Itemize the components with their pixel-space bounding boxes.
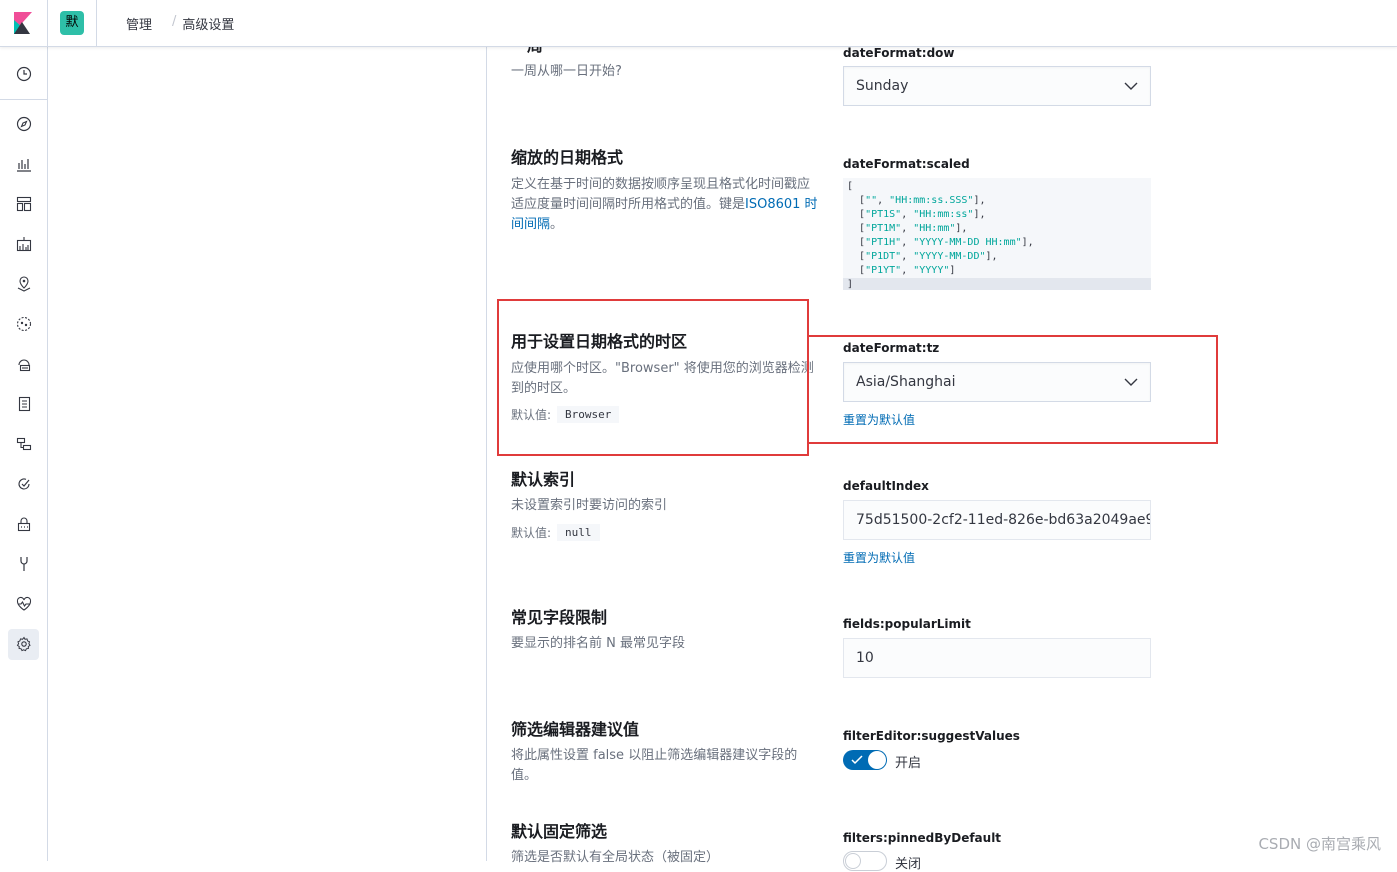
top-header: 默 管理 / 高级设置 (0, 0, 1397, 47)
ml-icon[interactable] (14, 314, 34, 334)
highlight-box-tz-field (807, 335, 1218, 444)
default-index-reset-link[interactable]: 重置为默认值 (843, 549, 915, 566)
uptime-icon[interactable] (14, 474, 34, 494)
setting-title-pinned-default: 默认固定筛选 (511, 822, 608, 841)
code-line: ["", "HH:mm:ss.SSS"], (847, 195, 986, 206)
dow-select-value: Sunday (856, 78, 909, 94)
code-line: ["PT1M", "HH:mm"], (847, 223, 968, 234)
field-key-default-index: defaultIndex (843, 479, 929, 493)
pinned-default-toggle[interactable] (843, 851, 887, 871)
kibana-logo[interactable] (0, 0, 48, 47)
code-line: [ (847, 181, 854, 192)
toggle-knob (845, 853, 861, 869)
default-value-default-index: 默认值: null (511, 524, 600, 541)
setting-desc-dow: 一周从哪一日开始? (511, 64, 622, 79)
field-key-popular-limit: fields:popularLimit (843, 617, 971, 631)
logs-icon[interactable] (14, 394, 34, 414)
setting-title-scaled: 缩放的日期格式 (511, 148, 624, 167)
setting-desc-suggest-values: 将此属性设置 false 以阻止筛选编辑器建议字段的值。 (511, 748, 798, 783)
field-key-pinned-default: filters:pinnedByDefault (843, 831, 1002, 845)
highlight-box-tz-description (497, 299, 809, 456)
breadcrumb-management[interactable]: 管理 (126, 14, 152, 33)
setting-title-suggest-values: 筛选编辑器建议值 (511, 720, 640, 739)
setting-desc-popular-limit: 要显示的排名前 N 最常见字段 (511, 636, 685, 651)
code-line: ["P1YT", "YYYY"] (847, 265, 956, 276)
toggle-knob (868, 751, 886, 769)
field-key-suggest-values: filterEditor:suggestValues (843, 729, 1020, 743)
setting-desc-scaled-suffix: 。 (550, 217, 564, 232)
chevron-down-icon (1124, 82, 1138, 90)
kibana-logo-icon (14, 12, 32, 34)
code-line: ["PT1S", "HH:mm:ss"], (847, 209, 986, 220)
field-key-scaled: dateFormat:scaled (843, 157, 970, 171)
popular-limit-input[interactable]: 10 (843, 638, 1151, 678)
compass-icon[interactable] (14, 114, 34, 134)
breadcrumb-separator: / (172, 14, 177, 29)
canvas-icon[interactable] (14, 234, 34, 254)
setting-title-popular-limit: 常见字段限制 (511, 608, 608, 627)
default-label: 默认值: (511, 526, 552, 540)
pinned-default-toggle-label: 关闭 (895, 857, 922, 872)
nav-divider (0, 99, 48, 100)
check-icon (851, 755, 863, 765)
dashboard-icon[interactable] (14, 194, 34, 214)
visualize-icon[interactable] (14, 154, 34, 174)
space-avatar[interactable]: 默 (60, 11, 84, 35)
side-nav (0, 47, 48, 861)
default-value-badge: null (557, 524, 600, 541)
content-left-border (486, 47, 487, 861)
code-line: ] (843, 278, 1151, 290)
monitoring-icon[interactable] (14, 594, 34, 614)
header-divider (96, 0, 97, 47)
suggest-values-toggle-label: 开启 (895, 756, 922, 771)
default-index-input[interactable]: 75d51500-2cf2-11ed-826e-bd63a2049ae9 (843, 500, 1151, 540)
code-line: ["P1DT", "YYYY-MM-DD"], (847, 251, 998, 262)
field-key-dow: dateFormat:dow (843, 46, 955, 60)
suggest-values-toggle[interactable] (843, 750, 887, 770)
setting-title-default-index: 默认索引 (511, 470, 576, 489)
scaled-code-editor[interactable]: [ ["", "HH:mm:ss.SSS"], ["PT1S", "HH:mm:… (843, 178, 1151, 290)
clock-icon[interactable] (14, 64, 34, 84)
dow-select[interactable]: Sunday (843, 66, 1151, 106)
setting-desc-scaled: 定义在基于时间的数据按顺序呈现且格式化时间戳应适应度量时间间隔时所用格式的值。键… (511, 175, 821, 235)
management-gear-icon[interactable] (14, 634, 34, 654)
breadcrumb-advanced-settings: 高级设置 (182, 18, 235, 33)
apm-icon[interactable] (14, 434, 34, 454)
watermark: CSDN @南宫乘风 (1258, 835, 1381, 853)
infrastructure-icon[interactable] (14, 354, 34, 374)
setting-desc-default-index: 未设置索引时要访问的索引 (511, 498, 668, 513)
dev-tools-icon[interactable] (14, 554, 34, 574)
security-lock-icon[interactable] (14, 514, 34, 534)
breadcrumb: 管理 / 高级设置 (126, 14, 234, 33)
setting-desc-pinned-default: 筛选是否默认有全局状态（被固定） (511, 850, 720, 865)
code-line: ["PT1H", "YYYY-MM-DD HH:mm"], (847, 237, 1034, 248)
maps-icon[interactable] (14, 274, 34, 294)
